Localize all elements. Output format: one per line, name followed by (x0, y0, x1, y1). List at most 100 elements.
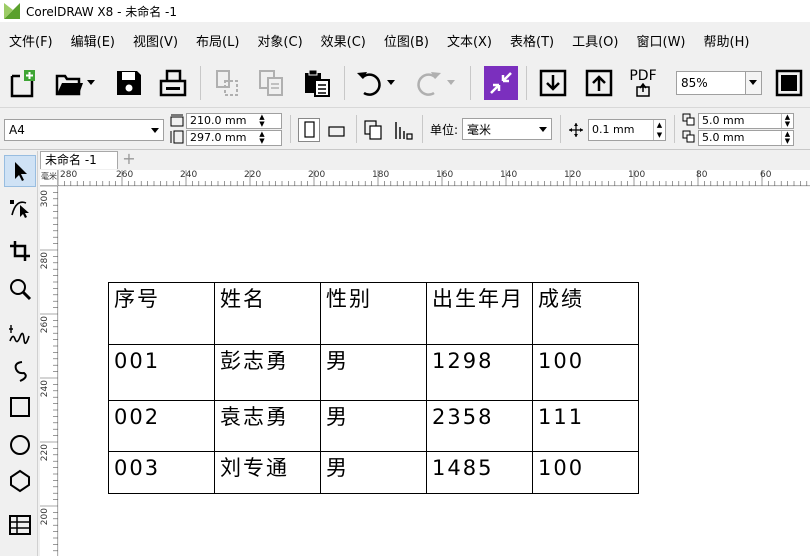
polygon-tool[interactable] (4, 465, 36, 497)
duplicate-x-spin-icon[interactable]: ▲ ▼ (781, 114, 793, 128)
crop-tool[interactable] (4, 235, 36, 267)
open-recent-dropdown[interactable] (84, 66, 98, 100)
copy-button[interactable] (254, 66, 288, 100)
table-cell[interactable]: 姓名 (214, 282, 321, 345)
table-cell[interactable]: 2358 (426, 400, 533, 452)
page-width-input[interactable]: 210.0 mm ▲ ▼ (186, 113, 282, 129)
table-cell[interactable]: 袁志勇 (214, 400, 321, 452)
crop-icon (10, 241, 30, 261)
new-document-button[interactable] (6, 66, 40, 100)
vertical-ruler[interactable]: 300 280 260 240 220 200 (40, 186, 58, 556)
cut-icon (216, 70, 238, 96)
undo-dropdown[interactable] (384, 66, 398, 100)
landscape-button[interactable] (326, 118, 348, 142)
all-pages-button[interactable] (362, 118, 386, 142)
menu-help[interactable]: 帮助(H) (695, 31, 759, 50)
undo-icon (357, 72, 381, 96)
open-document-button[interactable] (52, 66, 86, 100)
current-page-button[interactable] (392, 118, 416, 142)
menu-layout[interactable]: 布局(L) (187, 31, 248, 50)
nudge-distance-input[interactable]: 0.1 mm ▲ ▼ (588, 119, 666, 141)
shape-tool[interactable] (4, 191, 36, 223)
zoom-tool[interactable] (4, 273, 36, 305)
table-row[interactable]: 002 袁志勇 男 2358 111 (108, 400, 639, 452)
menu-view[interactable]: 视图(V) (124, 31, 187, 50)
undo-button[interactable] (352, 66, 386, 100)
table-tool[interactable] (4, 509, 36, 541)
ruler-h-tick: 180 (372, 170, 390, 180)
page-height-input[interactable]: 297.0 mm ▲ ▼ (186, 130, 282, 146)
menu-table[interactable]: 表格(T) (501, 31, 563, 50)
drawing-canvas[interactable]: 序号 姓名 性别 出生年月 成绩 001 彭志勇 男 1298 100 002 … (59, 187, 810, 556)
ruler-origin[interactable]: 毫米 (40, 170, 58, 186)
units-select[interactable]: 毫米 (462, 118, 552, 140)
menu-file[interactable]: 文件(F) (0, 31, 62, 50)
horizontal-ruler[interactable]: 280 260 240 220 200 180 160 140 120 100 … (58, 170, 810, 186)
menu-bitmaps[interactable]: 位图(B) (375, 31, 438, 50)
export-button[interactable] (582, 66, 616, 100)
paste-button[interactable] (300, 66, 334, 100)
table-cell[interactable]: 男 (320, 400, 427, 452)
page-size-select[interactable]: A4 (4, 119, 164, 141)
table-cell[interactable]: 111 (532, 400, 639, 452)
menu-edit[interactable]: 编辑(E) (62, 31, 124, 50)
ruler-unit-label: 毫米 (41, 172, 57, 181)
table-cell[interactable]: 002 (108, 400, 215, 452)
data-table[interactable]: 序号 姓名 性别 出生年月 成绩 001 彭志勇 男 1298 100 002 … (108, 282, 639, 494)
duplicate-y-input[interactable]: 5.0 mm ▲ ▼ (698, 130, 794, 146)
table-row[interactable]: 序号 姓名 性别 出生年月 成绩 (108, 282, 639, 345)
table-cell[interactable]: 序号 (108, 282, 215, 345)
table-cell[interactable]: 男 (320, 451, 427, 494)
page-width-spin-icon[interactable]: ▲ ▼ (256, 114, 268, 128)
window-title: CorelDRAW X8 - 未命名 -1 (26, 4, 178, 19)
menu-text[interactable]: 文本(X) (438, 31, 501, 50)
menu-tools[interactable]: 工具(O) (563, 31, 627, 50)
ruler-v-tick: 260 (40, 316, 50, 334)
import-button[interactable] (536, 66, 570, 100)
table-cell[interactable]: 1298 (426, 344, 533, 401)
ruler-v-tick: 240 (40, 380, 50, 398)
zoom-level-select[interactable]: 85% (676, 71, 762, 95)
freehand-icon (9, 325, 30, 345)
table-row[interactable]: 001 彭志勇 男 1298 100 (108, 344, 639, 401)
zoom-magnifier-icon (10, 279, 32, 301)
redo-button[interactable] (412, 66, 446, 100)
pick-tool[interactable] (4, 155, 36, 187)
table-cell[interactable]: 出生年月 (426, 282, 533, 345)
duplicate-x-input[interactable]: 5.0 mm ▲ ▼ (698, 113, 794, 129)
artistic-media-tool[interactable] (4, 355, 36, 387)
new-tab-plus-icon[interactable]: + (120, 151, 138, 169)
page-height-spin-icon[interactable]: ▲ ▼ (256, 131, 268, 145)
table-cell[interactable]: 003 (108, 451, 215, 494)
duplicate-y-spin-icon[interactable]: ▲ ▼ (781, 131, 793, 145)
print-button[interactable] (156, 66, 190, 100)
menu-effects[interactable]: 效果(C) (312, 31, 375, 50)
table-cell[interactable]: 001 (108, 344, 215, 401)
save-button[interactable] (112, 66, 146, 100)
freehand-tool[interactable] (4, 317, 36, 349)
table-row[interactable]: 003 刘专通 男 1485 100 (108, 451, 639, 494)
table-cell[interactable]: 100 (532, 451, 639, 494)
table-cell[interactable]: 1485 (426, 451, 533, 494)
ellipse-tool[interactable] (4, 429, 36, 461)
portrait-button[interactable] (298, 118, 320, 142)
ruler-h-tick: 280 (60, 170, 78, 180)
print-icon (159, 69, 187, 97)
table-cell[interactable]: 成绩 (532, 282, 639, 345)
ellipse-icon (10, 435, 30, 455)
redo-dropdown[interactable] (444, 66, 458, 100)
table-cell[interactable]: 彭志勇 (214, 344, 321, 401)
corel-connect-button[interactable] (484, 66, 518, 100)
menu-object[interactable]: 对象(C) (248, 31, 311, 50)
cut-button[interactable] (210, 66, 244, 100)
table-cell[interactable]: 100 (532, 344, 639, 401)
menu-window[interactable]: 窗口(W) (628, 31, 695, 50)
table-cell[interactable]: 性别 (320, 282, 427, 345)
rectangle-tool[interactable] (4, 391, 36, 423)
publish-pdf-button[interactable]: PDF (626, 66, 660, 100)
table-cell[interactable]: 刘专通 (214, 451, 321, 494)
full-screen-button[interactable] (772, 66, 806, 100)
nudge-spin-icon[interactable]: ▲ ▼ (653, 120, 665, 140)
table-cell[interactable]: 男 (320, 344, 427, 401)
document-tab[interactable]: 未命名 -1 (40, 151, 118, 169)
